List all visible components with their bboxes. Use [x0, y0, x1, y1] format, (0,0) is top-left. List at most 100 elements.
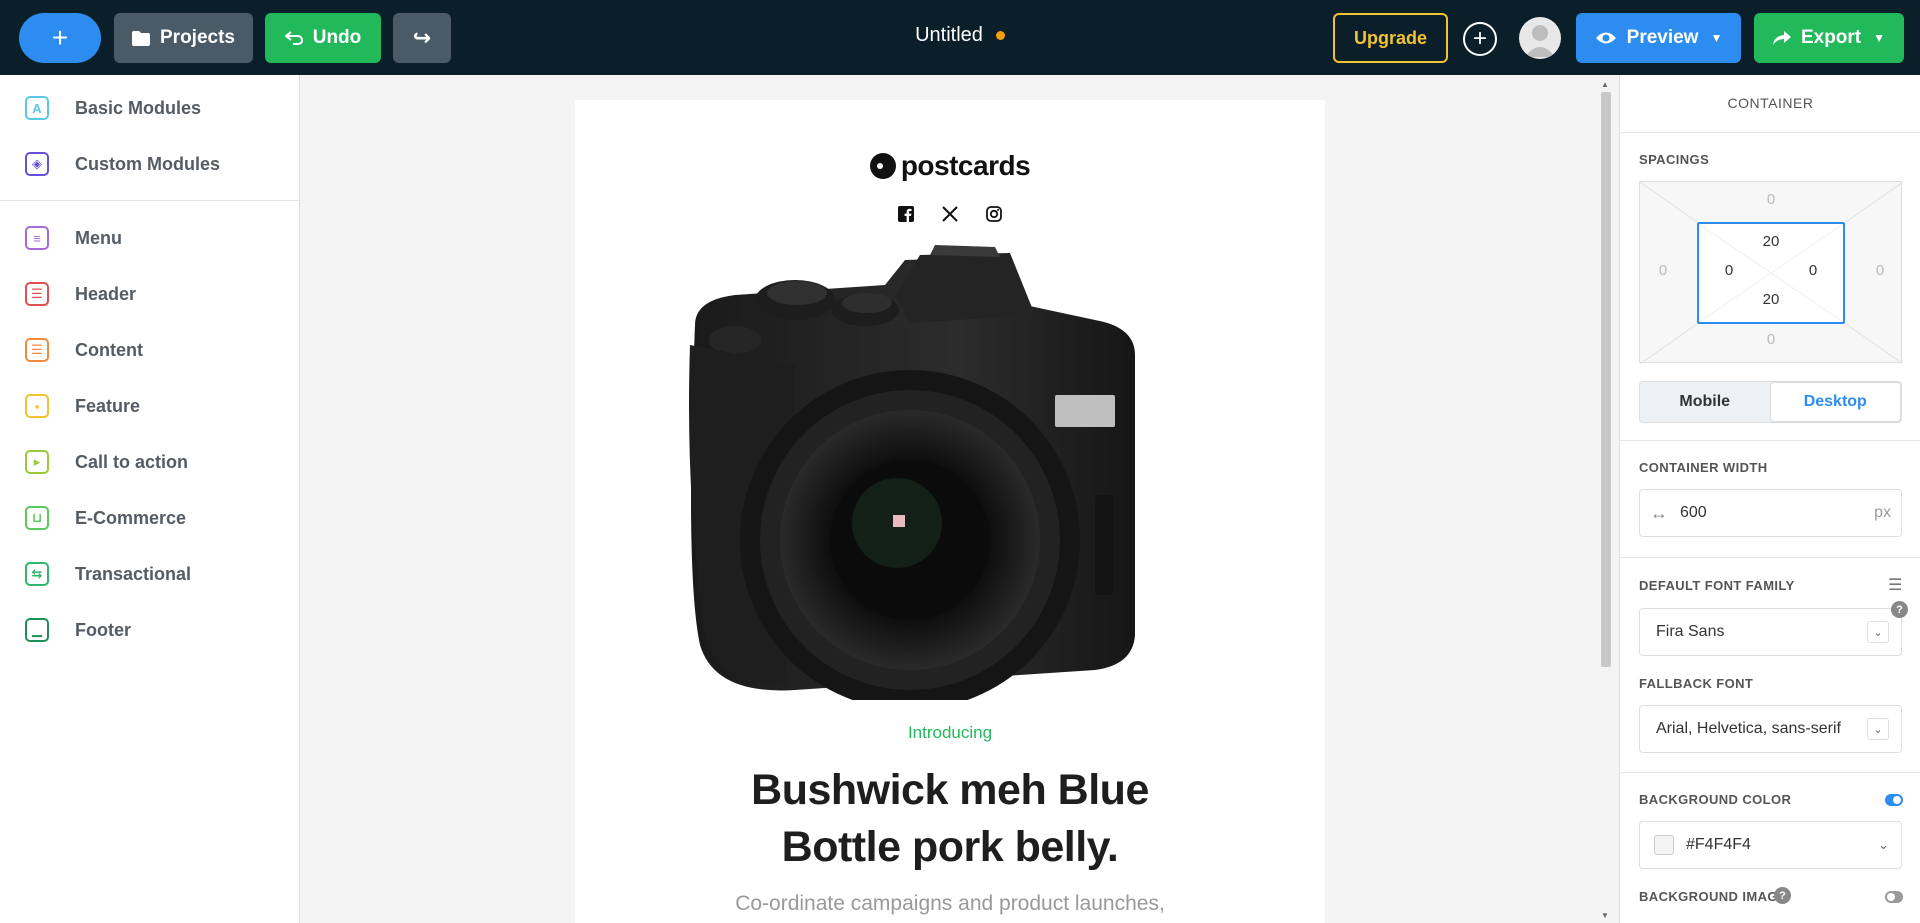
sidebar-item-label: Basic Modules — [75, 97, 202, 118]
logo-text: postcards — [900, 150, 1031, 181]
upgrade-label: Upgrade — [1353, 27, 1427, 48]
projects-label: Projects — [160, 27, 235, 48]
logo-mark-icon — [869, 153, 896, 179]
email-container[interactable]: postcards Introducing Bushwick meh Blue … — [575, 100, 1325, 923]
color-swatch[interactable] — [1654, 835, 1674, 855]
hamburger-menu-icon[interactable]: ☰ — [1888, 575, 1904, 595]
sidebar-item-call-to-action[interactable]: ▸ Call to action — [0, 438, 299, 486]
sidebar-item-label: Custom Modules — [75, 153, 221, 174]
padding-right-value[interactable]: 0 — [1798, 262, 1828, 279]
document-title-text: Untitled — [915, 24, 983, 46]
email-canvas[interactable]: postcards Introducing Bushwick meh Blue … — [300, 75, 1619, 923]
margin-bottom-value[interactable]: 0 — [1756, 331, 1786, 348]
fallback-font-select[interactable]: Arial, Helvetica, sans-serif ⌄ — [1639, 705, 1902, 753]
user-icon — [1525, 25, 1555, 57]
sidebar-item-label: Call to action — [75, 451, 189, 472]
sidebar-item-label: Content — [75, 339, 143, 360]
chevron-down-icon: ⌄ — [1867, 718, 1889, 740]
background-color-value: #F4F4F4 — [1686, 836, 1751, 853]
padding-top-value[interactable]: 20 — [1756, 233, 1786, 250]
upgrade-button[interactable]: Upgrade — [1333, 13, 1448, 63]
spacings-label: SPACINGS — [1639, 152, 1710, 167]
undo-button[interactable]: Undo — [265, 13, 381, 63]
padding-bottom-value[interactable]: 20 — [1756, 291, 1786, 308]
default-font-label: DEFAULT FONT FAMILY — [1639, 578, 1795, 593]
footer-module-icon: ▁ — [25, 618, 49, 642]
panel-divider — [1620, 557, 1920, 558]
scrollbar-thumb[interactable] — [1601, 92, 1611, 667]
preview-button[interactable]: Preview ▼ — [1576, 13, 1741, 63]
chevron-down-icon: ⌄ — [1867, 621, 1889, 643]
undo-label: Undo — [312, 27, 362, 48]
transactional-icon: ⇆ — [25, 562, 49, 586]
default-font-select[interactable]: Fira Sans ⌄ — [1639, 608, 1902, 656]
sidebar-item-header[interactable]: ☰ Header — [0, 270, 299, 318]
sidebar-item-content[interactable]: ☰ Content — [0, 326, 299, 374]
canvas-scrollbar[interactable]: ▲ ▼ — [1598, 80, 1614, 920]
top-bar: + Projects Undo ↪ Untitled Upgrade + Pre… — [0, 0, 1920, 75]
eye-icon — [1595, 32, 1616, 44]
export-label: Export — [1800, 27, 1862, 48]
plus-icon: + — [1472, 25, 1487, 52]
width-unit: px — [1874, 504, 1891, 521]
redo-button[interactable]: ↪ — [393, 13, 451, 63]
background-image-toggle[interactable] — [1885, 891, 1903, 903]
scroll-up-arrow-icon[interactable]: ▲ — [1601, 80, 1609, 89]
undo-icon — [284, 31, 303, 45]
margin-top-value[interactable]: 0 — [1756, 191, 1786, 208]
sidebar-item-label: Transactional — [75, 563, 192, 584]
sidebar-item-e-commerce[interactable]: ⊔ E-Commerce — [0, 494, 299, 542]
container-width-input[interactable]: ↔ 600 px — [1639, 489, 1902, 537]
user-avatar[interactable] — [1519, 17, 1561, 59]
background-image-label: BACKGROUND IMAGE — [1639, 889, 1787, 904]
mobile-tab[interactable]: Mobile — [1640, 382, 1770, 422]
margin-right-value[interactable]: 0 — [1865, 262, 1895, 279]
margin-left-value[interactable]: 0 — [1648, 262, 1678, 279]
cta-module-icon: ▸ — [25, 450, 49, 474]
sidebar-item-footer[interactable]: ▁ Footer — [0, 606, 299, 654]
sidebar-item-label: E-Commerce — [75, 507, 187, 528]
sidebar-item-menu[interactable]: ≡ Menu — [0, 214, 299, 262]
sidebar-item-custom-modules[interactable]: ◈ Custom Modules — [0, 140, 299, 188]
content-module-icon: ☰ — [25, 338, 49, 362]
camera-image[interactable] — [675, 245, 1235, 700]
container-width-value: 600 — [1680, 504, 1707, 521]
projects-button[interactable]: Projects — [114, 13, 253, 63]
sidebar-item-label: Menu — [75, 227, 122, 248]
background-color-input[interactable]: #F4F4F4 ⌄ — [1639, 821, 1902, 869]
sidebar-item-transactional[interactable]: ⇆ Transactional — [0, 550, 299, 598]
add-collaborator-button[interactable]: + — [1463, 22, 1497, 56]
background-color-label: BACKGROUND COLOR — [1639, 792, 1792, 807]
cart-icon: ⊔ — [25, 506, 49, 530]
scroll-down-arrow-icon[interactable]: ▼ — [1601, 911, 1609, 920]
folder-icon — [132, 30, 150, 46]
sidebar-item-label: Header — [75, 283, 137, 304]
facebook-icon[interactable] — [897, 205, 915, 223]
padding-left-value[interactable]: 0 — [1714, 262, 1744, 279]
module-sidebar: A Basic Modules ◈ Custom Modules ≡ Menu … — [0, 75, 300, 923]
instagram-icon[interactable] — [985, 205, 1003, 223]
help-icon[interactable]: ? — [1774, 887, 1791, 904]
x-twitter-icon[interactable] — [941, 205, 959, 223]
document-title[interactable]: Untitled — [830, 24, 1090, 47]
sidebar-item-basic-modules[interactable]: A Basic Modules — [0, 84, 299, 132]
container-width-label: CONTAINER WIDTH — [1639, 460, 1768, 475]
intro-text: Introducing — [907, 723, 993, 742]
spacing-editor: 0 0 0 0 20 0 0 20 — [1639, 181, 1903, 364]
redo-icon: ↪ — [412, 25, 432, 50]
desktop-tab[interactable]: Desktop — [1769, 382, 1901, 422]
sidebar-item-feature[interactable]: ▪ Feature — [0, 382, 299, 430]
feature-module-icon: ▪ — [25, 394, 49, 418]
plus-icon: + — [51, 22, 69, 53]
background-color-toggle[interactable] — [1885, 794, 1903, 806]
menu-module-icon: ≡ — [25, 226, 49, 250]
device-toggle: Mobile Desktop — [1639, 381, 1902, 423]
header-module-icon: ☰ — [25, 282, 49, 306]
export-button[interactable]: Export ▼ — [1754, 13, 1904, 63]
panel-divider — [1620, 132, 1920, 133]
brand-logo[interactable]: postcards — [575, 150, 1325, 182]
help-icon[interactable]: ? — [1891, 601, 1908, 618]
unsaved-indicator-dot — [995, 31, 1005, 41]
new-button[interactable]: + — [19, 13, 101, 63]
chevron-down-icon: ▼ — [1710, 31, 1723, 45]
